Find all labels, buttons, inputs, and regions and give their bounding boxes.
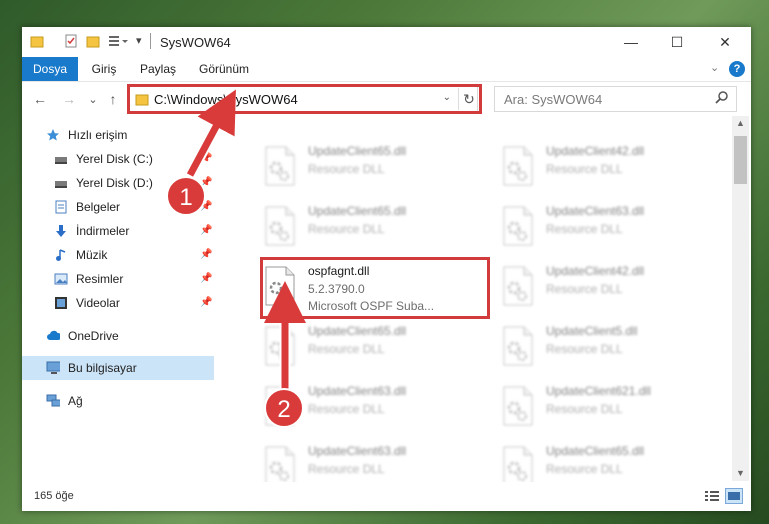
callout-1: 1	[166, 176, 206, 216]
callout-2: 2	[264, 388, 304, 428]
annotation-arrows	[184, 89, 306, 401]
arrow-1	[186, 89, 236, 177]
